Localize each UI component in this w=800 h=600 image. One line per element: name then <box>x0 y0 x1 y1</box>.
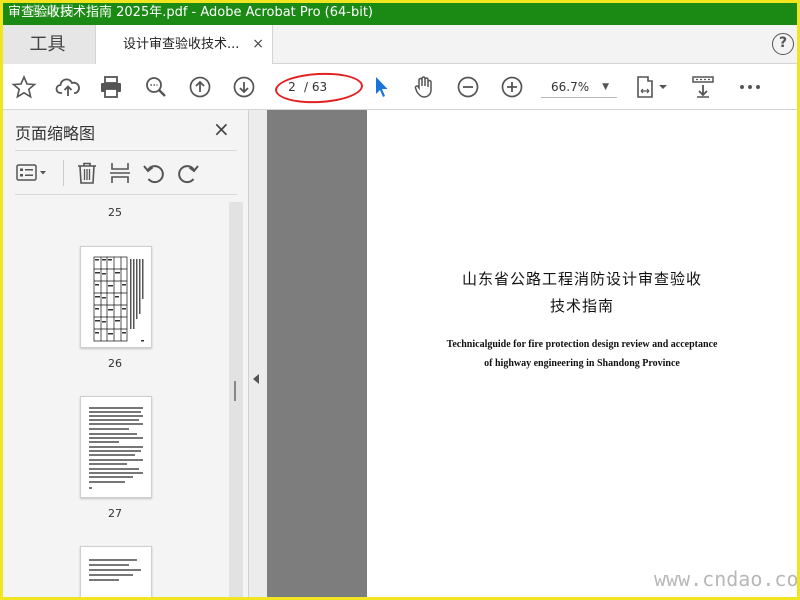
divider <box>63 160 64 186</box>
delete-icon[interactable] <box>74 160 100 186</box>
thumbnail-label: 25 <box>108 206 122 219</box>
tab-bar: 工具 设计审查验收技术... × ? <box>0 25 800 65</box>
zoom-in-icon[interactable] <box>499 74 525 100</box>
thumbnail-page-28[interactable] <box>80 546 152 600</box>
panel-close-icon[interactable]: × <box>213 117 230 141</box>
thumbnail-label: 26 <box>108 357 122 370</box>
tab-document-label: 设计审查验收技术... <box>123 37 240 52</box>
panel-resize-handle[interactable] <box>234 381 236 401</box>
text-line <box>89 433 137 435</box>
text-line <box>89 468 139 470</box>
text-line <box>89 446 143 448</box>
zoom-out-icon[interactable] <box>455 74 481 100</box>
rotate-ccw-icon[interactable] <box>141 160 167 186</box>
tab-tools[interactable]: 工具 <box>0 25 95 64</box>
chevron-down-icon: ▼ <box>602 82 609 92</box>
doc-title-en-line2: of highway engineering in Shandong Provi… <box>484 358 680 369</box>
thumbnail-toolbar <box>3 156 249 190</box>
text-line <box>89 407 143 409</box>
window-titlebar: 审查验收技术指南 2025年.pdf - Adobe Acrobat Pro (… <box>0 0 800 25</box>
more-icon[interactable] <box>737 74 763 100</box>
main-toolbar: / 63 66.7% ▼ <box>0 64 800 110</box>
text-line <box>89 423 143 425</box>
thumbnail-page-27[interactable] <box>80 396 152 498</box>
table-preview <box>93 256 144 342</box>
star-icon[interactable] <box>11 74 37 100</box>
text-line <box>89 476 133 478</box>
text-line <box>89 564 129 566</box>
thumbnail-panel: 页面缩略图 × 25 26 27 <box>3 110 249 600</box>
divider <box>15 150 237 151</box>
page-fit-icon[interactable] <box>635 74 671 100</box>
help-icon[interactable]: ? <box>772 33 794 55</box>
text-line <box>89 454 135 456</box>
tab-document[interactable]: 设计审查验收技术... × <box>95 25 273 65</box>
thumbnail-page-26[interactable] <box>80 246 152 348</box>
text-line <box>89 579 119 581</box>
text-line <box>89 437 143 439</box>
text-line <box>89 463 127 465</box>
doc-title-cn-line2: 技术指南 <box>549 297 614 315</box>
panel-title: 页面缩略图 <box>15 124 96 143</box>
text-line <box>89 569 141 571</box>
text-line <box>89 472 143 474</box>
divider <box>15 194 237 195</box>
rotate-cw-icon[interactable] <box>175 160 201 186</box>
text-line <box>89 559 137 561</box>
cloud-upload-icon[interactable] <box>55 74 81 100</box>
panel-splitter[interactable] <box>249 110 267 597</box>
text-line <box>89 450 141 452</box>
search-icon[interactable] <box>143 74 169 100</box>
doc-title-en-line1: Technicalguide for fire protection desig… <box>446 339 718 350</box>
logo-watermark: 道森网 <box>28 4 76 20</box>
text-line <box>89 441 119 443</box>
hand-icon[interactable] <box>411 74 437 100</box>
text-line <box>89 481 125 483</box>
scroll-mode-icon[interactable] <box>690 74 716 100</box>
thumbnail-scrollbar[interactable] <box>229 202 243 597</box>
zoom-select[interactable]: 66.7% ▼ <box>541 76 617 98</box>
page-down-icon[interactable] <box>231 74 257 100</box>
text-line <box>89 574 133 576</box>
text-line <box>89 428 129 430</box>
zoom-value: 66.7% <box>551 80 590 94</box>
document-viewport[interactable]: 山东省公路工程消防设计审查验收 技术指南 Technicalguide for … <box>267 110 797 597</box>
text-line <box>89 411 141 413</box>
select-cursor-icon[interactable] <box>368 74 394 100</box>
text-line <box>89 487 92 489</box>
text-line <box>89 415 143 417</box>
thumbnail-label: 27 <box>108 507 122 520</box>
thumbnail-options-icon[interactable] <box>15 160 51 186</box>
document-page: 山东省公路工程消防设计审查验收 技术指南 Technicalguide for … <box>367 110 797 597</box>
collapse-panel-icon[interactable] <box>253 374 259 384</box>
site-watermark: www.cndao.com <box>654 567 800 591</box>
tab-close-icon[interactable]: × <box>252 25 264 64</box>
text-line <box>89 459 143 461</box>
print-icon[interactable] <box>98 74 124 100</box>
doc-title-cn-line1: 山东省公路工程消防设计审查验收 <box>461 270 702 288</box>
text-line <box>89 419 139 421</box>
extract-page-icon[interactable] <box>107 160 133 186</box>
page-up-icon[interactable] <box>187 74 213 100</box>
